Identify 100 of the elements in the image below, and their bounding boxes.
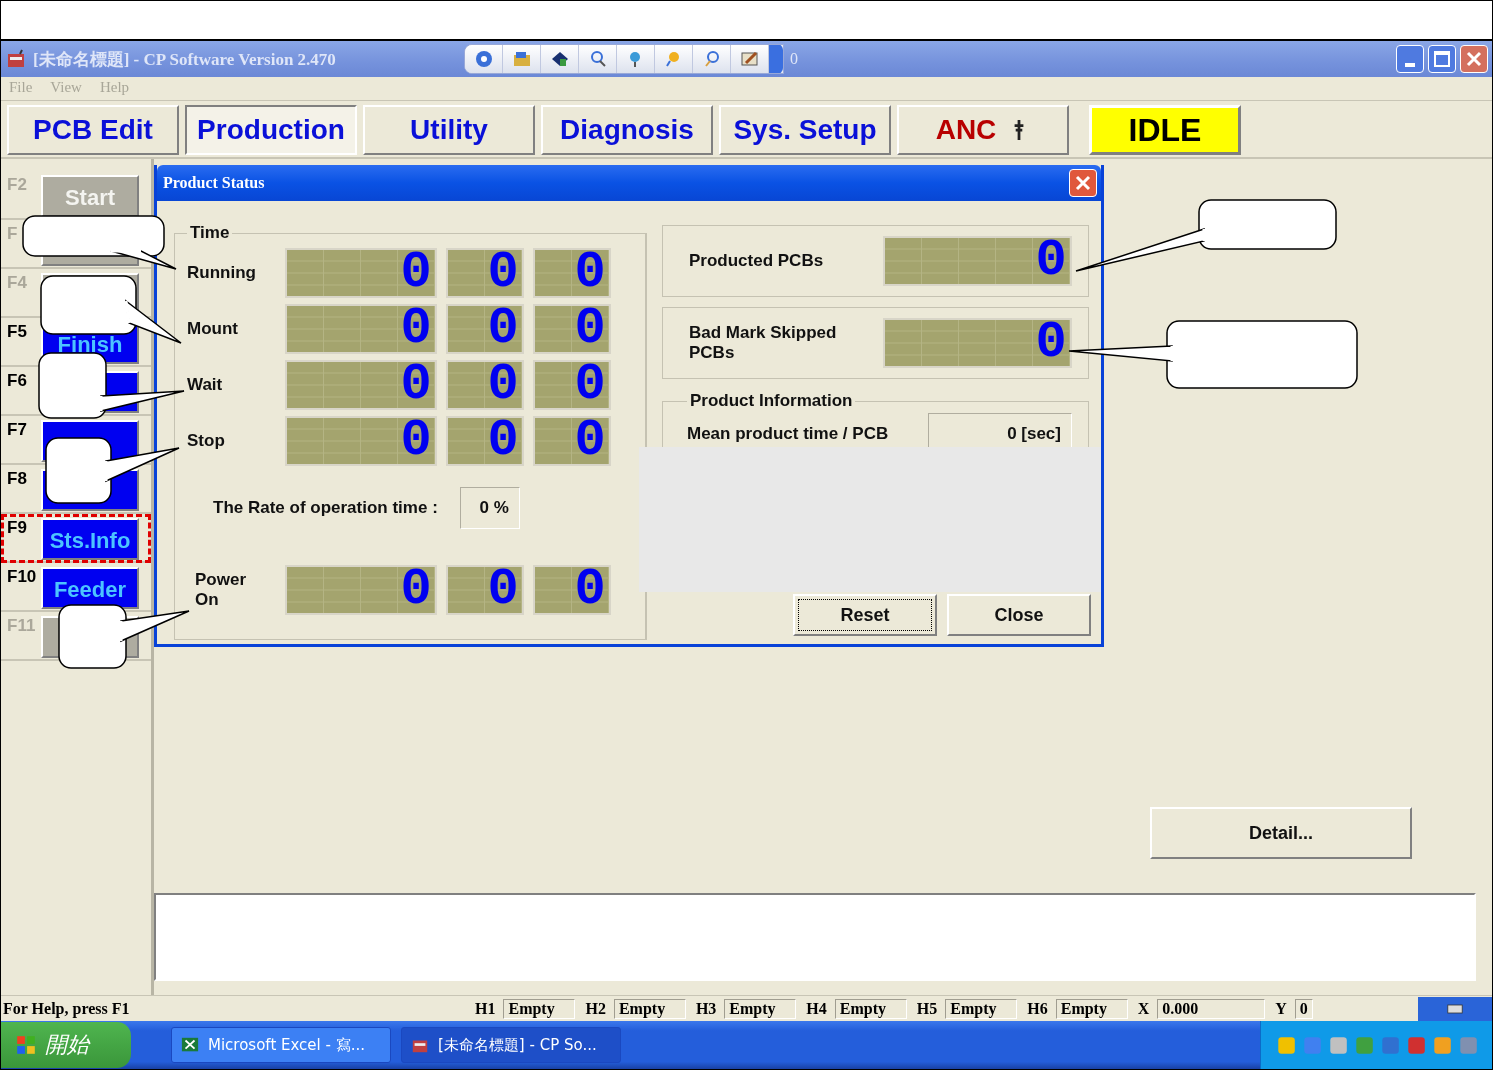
function-key-label: F2 xyxy=(7,175,28,195)
led-digit: 0 xyxy=(487,418,519,464)
spreadsheet-icon xyxy=(180,1036,200,1054)
function-key-label: F9 xyxy=(7,518,28,538)
led-digit: 0 xyxy=(400,250,432,296)
led-cell xyxy=(922,238,959,284)
led-cell xyxy=(287,362,324,408)
language-bar[interactable] xyxy=(1418,996,1492,1021)
maximize-icon xyxy=(1434,51,1450,67)
status-label: H4 xyxy=(806,999,827,1018)
led-cell xyxy=(324,567,361,613)
rate-value: 0 % xyxy=(459,487,520,529)
folder-icon xyxy=(511,49,532,69)
close-button[interactable] xyxy=(1069,169,1097,197)
pencil-icon xyxy=(739,49,760,69)
led-cell xyxy=(324,362,361,408)
led-cell xyxy=(959,238,996,284)
status-label: H1 xyxy=(475,999,496,1018)
counter-label: Producted PCBs xyxy=(689,250,825,272)
function-key-label: F xyxy=(7,224,19,244)
status-value: Empty xyxy=(613,998,686,1019)
flag-icon xyxy=(15,1034,37,1056)
counter-label: Bad Mark Skipped PCBs xyxy=(689,322,838,364)
toolbar-button[interactable] xyxy=(541,45,579,73)
mode-tab[interactable]: Utility xyxy=(363,105,535,155)
led-digit: 0 xyxy=(487,567,519,613)
status-label: X xyxy=(1137,999,1150,1018)
help-text: For Help, press F1 xyxy=(2,999,131,1018)
led-digit: 0 xyxy=(1035,320,1067,366)
led-cell xyxy=(324,418,361,464)
status-label: H2 xyxy=(585,999,606,1018)
led-cell xyxy=(287,250,324,296)
group-legend: Time xyxy=(187,223,233,243)
function-key-label: F4 xyxy=(7,273,28,293)
led-cell xyxy=(922,320,959,366)
status-value: 0 xyxy=(1294,998,1313,1019)
window-title: [未命名標題] - CP Software Version 2.470 xyxy=(33,48,337,71)
dialog-button[interactable]: Reset xyxy=(793,594,937,636)
led-cell xyxy=(287,418,324,464)
status-label: Y xyxy=(1275,999,1287,1018)
mode-tab[interactable]: PCB Edit xyxy=(7,105,179,155)
status-label: H6 xyxy=(1027,999,1048,1018)
close-icon xyxy=(1075,175,1091,191)
detail-button[interactable]: Detail... xyxy=(1150,807,1412,859)
led-digit: 0 xyxy=(574,567,606,613)
status-value: Empty xyxy=(1055,998,1128,1019)
function-key-label: F10 xyxy=(7,567,38,587)
led-digit: 0 xyxy=(574,306,606,352)
status-value: Empty xyxy=(945,998,1018,1019)
status-label: H5 xyxy=(916,999,938,1018)
mode-tab[interactable]: Production xyxy=(185,105,357,155)
taskbar-button[interactable]: [未命名標題] - CP So... xyxy=(401,1027,621,1063)
status-indicator: IDLE xyxy=(1089,105,1241,155)
taskbar-button[interactable]: Microsoft Excel - 寫... xyxy=(171,1027,391,1063)
maximize-button[interactable] xyxy=(1428,45,1456,73)
status-value: 0.000 xyxy=(1157,998,1266,1019)
status-value: Empty xyxy=(503,998,576,1019)
row-label: Mount xyxy=(187,318,239,340)
rate-label: The Rate of operation time : xyxy=(213,498,438,518)
row-label: Running xyxy=(187,262,257,284)
function-key-label: F11 xyxy=(7,616,37,636)
function-key-button[interactable]: Feeder xyxy=(41,567,139,609)
disc-icon xyxy=(473,49,494,69)
led-cell xyxy=(287,306,324,352)
row-label: Power On xyxy=(195,569,248,611)
start-button[interactable]: 開始 xyxy=(1,1022,131,1068)
led-digit: 0 xyxy=(574,250,606,296)
function-key-label: F6 xyxy=(7,371,28,391)
close-button[interactable] xyxy=(1460,45,1488,73)
led-digit: 0 xyxy=(400,306,432,352)
led-digit: 0 xyxy=(487,362,519,408)
status-value: Empty xyxy=(724,998,797,1019)
toolbar-text: 0 xyxy=(790,50,798,68)
led-cell xyxy=(885,320,922,366)
led-cell xyxy=(287,567,324,613)
led-digit: 0 xyxy=(400,418,432,464)
dialog-title: Product Status xyxy=(163,174,265,192)
dialog-button[interactable]: Close xyxy=(947,594,1091,636)
status-value: Empty xyxy=(834,998,907,1019)
led-cell xyxy=(885,238,922,284)
led-digit: 0 xyxy=(574,362,606,408)
function-key-label: F7 xyxy=(7,420,28,440)
function-key-button[interactable]: Sts.Info xyxy=(41,518,139,560)
function-key-label: F8 xyxy=(7,469,28,489)
machine-icon xyxy=(5,49,27,69)
mode-tab[interactable]: Sys. Setup xyxy=(719,105,891,155)
row-label: Wait xyxy=(187,374,224,396)
led-digit: 0 xyxy=(400,362,432,408)
status-label: H3 xyxy=(695,999,717,1018)
mode-tab[interactable]: ANC xyxy=(897,105,1069,155)
led-digit: 0 xyxy=(400,567,432,613)
minimize-button[interactable] xyxy=(1396,45,1424,73)
led-digit: 0 xyxy=(487,250,519,296)
info-label: Mean product time / PCB xyxy=(687,424,889,444)
mode-tab[interactable]: Diagnosis xyxy=(541,105,713,155)
led-cell xyxy=(959,320,996,366)
toolbar-button[interactable] xyxy=(731,45,769,73)
minimize-icon xyxy=(1405,63,1415,67)
led-digit: 0 xyxy=(1035,238,1067,284)
function-key-label: F5 xyxy=(7,322,28,342)
